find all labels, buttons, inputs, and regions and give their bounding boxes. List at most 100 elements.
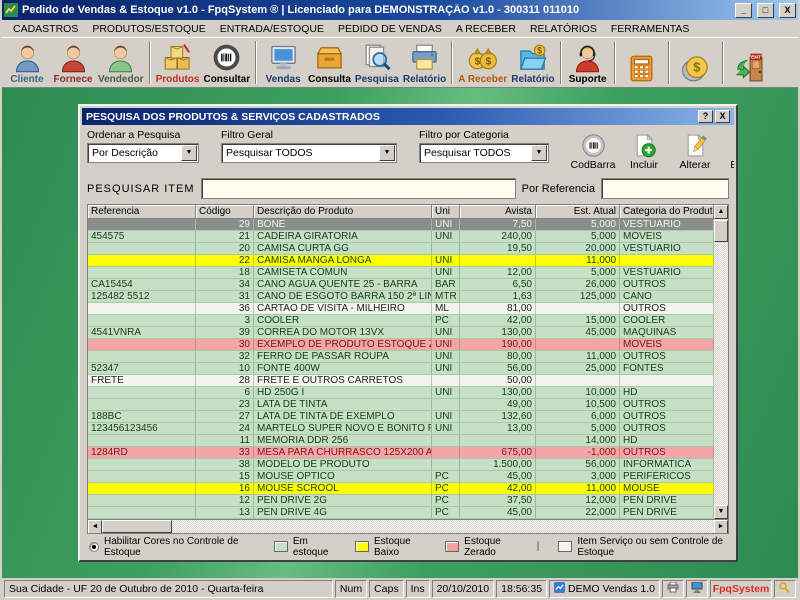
table-row[interactable]: 32FERRO DE PASSAR ROUPAUNI80,0011,000OUT… [88,351,714,363]
search-ref-input[interactable] [601,178,729,199]
incluir-button[interactable]: Incluir [622,131,666,171]
person-red-icon [57,41,90,74]
enable-colors-radio[interactable] [89,542,99,552]
menu-a-receber[interactable]: A RECEBER [449,22,523,36]
table-row[interactable]: 1284RD33MESA PARA CHURRASCO 125X200 ANGE… [88,447,714,459]
vertical-scroll-thumb[interactable] [714,220,728,242]
horizontal-scroll-thumb[interactable] [102,520,172,533]
table-row[interactable]: 16MOUSE SCROOLPC42,0011,000MOUSE [88,483,714,495]
cell-ref [88,435,196,446]
column-header-avista[interactable]: Avista [460,205,536,219]
table-row[interactable]: 5234710FONTE 400WUNI56,0025,000FONTES [88,363,714,375]
table-row[interactable]: FRETE28FRETE E OUTROS CARRETOS50,00 [88,375,714,387]
cell-uni: UNI [432,423,460,434]
toolbar-pesquisa-label: Pesquisa [355,74,399,85]
chevron-down-icon[interactable]: ▼ [181,145,197,161]
scroll-right-button[interactable]: ► [714,520,728,534]
table-row[interactable]: 13PEN DRIVE 4GPC45,0022,000PEN DRIVE [88,507,714,519]
chevron-down-icon[interactable]: ▼ [531,145,547,161]
toolbar-produtos-button[interactable]: Produtos [154,39,202,86]
minimize-button[interactable]: _ [735,3,752,18]
dialog-help-button[interactable]: ? [698,110,713,123]
alterar-button[interactable]: Alterar [673,131,717,171]
status-print-button[interactable] [662,580,684,598]
codbarra-button[interactable]: CodBarra [571,131,615,171]
menu-produtos-estoque[interactable]: PRODUTOS/ESTOQUE [85,22,212,36]
toolbar-suporte-button[interactable]: Suporte [565,39,611,86]
toolbar-vendas-button[interactable]: Vendas [260,39,306,86]
table-row[interactable]: 12345612345624MARTELO SUPER NOVO E BONIT… [88,423,714,435]
column-header-referencia[interactable]: Referencia [88,205,196,219]
table-row[interactable]: 15MOUSE OPTICOPC45,003,000PERIFÉRICOS [88,471,714,483]
table-row[interactable]: 29BONEUNI7,505,000VESTUARIO [88,219,714,231]
scroll-down-button[interactable]: ▼ [714,505,728,519]
filter-order-select[interactable]: Por Descrição ▼ [87,143,199,163]
table-row[interactable]: 18CAMISETA COMUNUNI12,005,000VESTUARIO [88,267,714,279]
menu-relat-rios[interactable]: RELATÓRIOS [523,22,604,36]
toolbar-a-receber-button[interactable]: $$ A Receber [456,39,509,86]
dialog-close-button[interactable]: X [715,110,730,123]
table-row[interactable]: 36CARTAO DE VISITA - MILHEIROML81,00OUTR… [88,303,714,315]
table-row[interactable]: 22CAMISA MANGA LONGAUNI11,000 [88,255,714,267]
column-header-uni[interactable]: Uni [432,205,460,219]
toolbar-relatorio-receber-button[interactable]: $ Relatório [509,39,556,86]
table-row[interactable]: 30EXEMPLO DE PRODUTO ESTOQUE ZERADOUNI19… [88,339,714,351]
maximize-button[interactable]: □ [757,3,774,18]
cell-est: 10,500 [536,399,620,410]
vertical-scrollbar[interactable]: ▲ ▼ [714,205,728,519]
filter-general-select[interactable]: Pesquisar TODOS ▼ [221,143,397,163]
cell-uni: UNI [432,267,460,278]
column-header-descri-o-do-produto[interactable]: Descrição do Produto [254,205,432,219]
table-row[interactable]: CA1545434CANO AGUA QUENTE 25 - BARRABAR6… [88,279,714,291]
excluir-button[interactable]: Excluir [724,131,734,171]
scroll-up-button[interactable]: ▲ [714,205,728,219]
column-header-est-atual[interactable]: Est. Atual [536,205,620,219]
toolbar-vendedor-button[interactable]: Vendedor [96,39,146,86]
scroll-left-button[interactable]: ◄ [88,520,102,534]
toolbar-consulta-button[interactable]: Consulta [306,39,353,86]
table-row[interactable]: 188BC27LATA DE TINTA DE EXEMPLOUNI132,60… [88,411,714,423]
table-row[interactable]: 125482 551231CANO DE ESGOTO BARRA 150 2ª… [88,291,714,303]
column-header-c-digo[interactable]: Código [196,205,254,219]
svg-text:$: $ [538,46,543,56]
menu-pedido-de-vendas[interactable]: PEDIDO DE VENDAS [331,22,449,36]
cell-avista [460,435,536,446]
table-row[interactable]: 4541VNRA39CORREA DO MOTOR 13VXUNI130,004… [88,327,714,339]
filter-category-select[interactable]: Pesquisar TODOS ▼ [419,143,549,163]
table-row[interactable]: 11MEMÓRIA DDR 25614,000HD [88,435,714,447]
toolbar-pesquisa-button[interactable]: Pesquisa [353,39,401,86]
menu-ferramentas[interactable]: FERRAMENTAS [604,22,697,36]
table-row[interactable]: 45457521CADEIRA GIRATORIAUNI240,005,000M… [88,231,714,243]
table-row[interactable]: 20CAMISA CURTA GG19,5020,000VESTUARIO [88,243,714,255]
toolbar-cliente-button[interactable]: Cliente [4,39,50,86]
column-header-categoria-do-produto[interactable]: Categoria do Produto [620,205,714,219]
filter-order-group: Ordenar a Pesquisa Por Descrição ▼ [87,129,199,163]
toolbar-fornecedor-button[interactable]: Fornece [50,39,96,86]
support-icon [571,41,604,74]
chevron-down-icon[interactable]: ▼ [379,145,395,161]
toolbar-sair-app-button[interactable]: EXIT [727,39,773,86]
table-row[interactable]: 6HD 250G IUNI130,0010,000HD [88,387,714,399]
table-row[interactable]: 3COOLERPC42,0015,000COOLER [88,315,714,327]
table-row[interactable]: 38MODELO DE PRODUTO1.500,0056,000INFORMA… [88,459,714,471]
menu-cadastros[interactable]: CADASTROS [6,22,85,36]
toolbar-consultar-button[interactable]: Consultar [201,39,252,86]
close-button[interactable]: X [779,3,796,18]
cell-uni [432,375,460,386]
cell-desc: EXEMPLO DE PRODUTO ESTOQUE ZERADO [254,339,432,350]
toolbar-calculadora-button[interactable] [619,39,665,86]
menu-entrada-estoque[interactable]: ENTRADA/ESTOQUE [213,22,331,36]
table-row[interactable]: 23LATA DE TINTA49,0010,500OUTROS [88,399,714,411]
table-row[interactable]: 12PEN DRIVE 2GPC37,5012,000PEN DRIVE [88,495,714,507]
cell-avista: 675,00 [460,447,536,458]
horizontal-scrollbar[interactable]: ◄ ► [88,519,728,533]
cell-uni: UNI [432,411,460,422]
cell-est [536,303,620,314]
search-item-input[interactable] [201,178,516,199]
status-key-button[interactable] [774,580,796,598]
status-terminal-button[interactable] [686,580,708,598]
cell-ref [88,483,196,494]
cell-cat: PERIFÉRICOS [620,471,714,482]
toolbar-moeda-button[interactable]: $ [673,39,719,86]
toolbar-relatorio-vendas-button[interactable]: Relatório [401,39,448,86]
